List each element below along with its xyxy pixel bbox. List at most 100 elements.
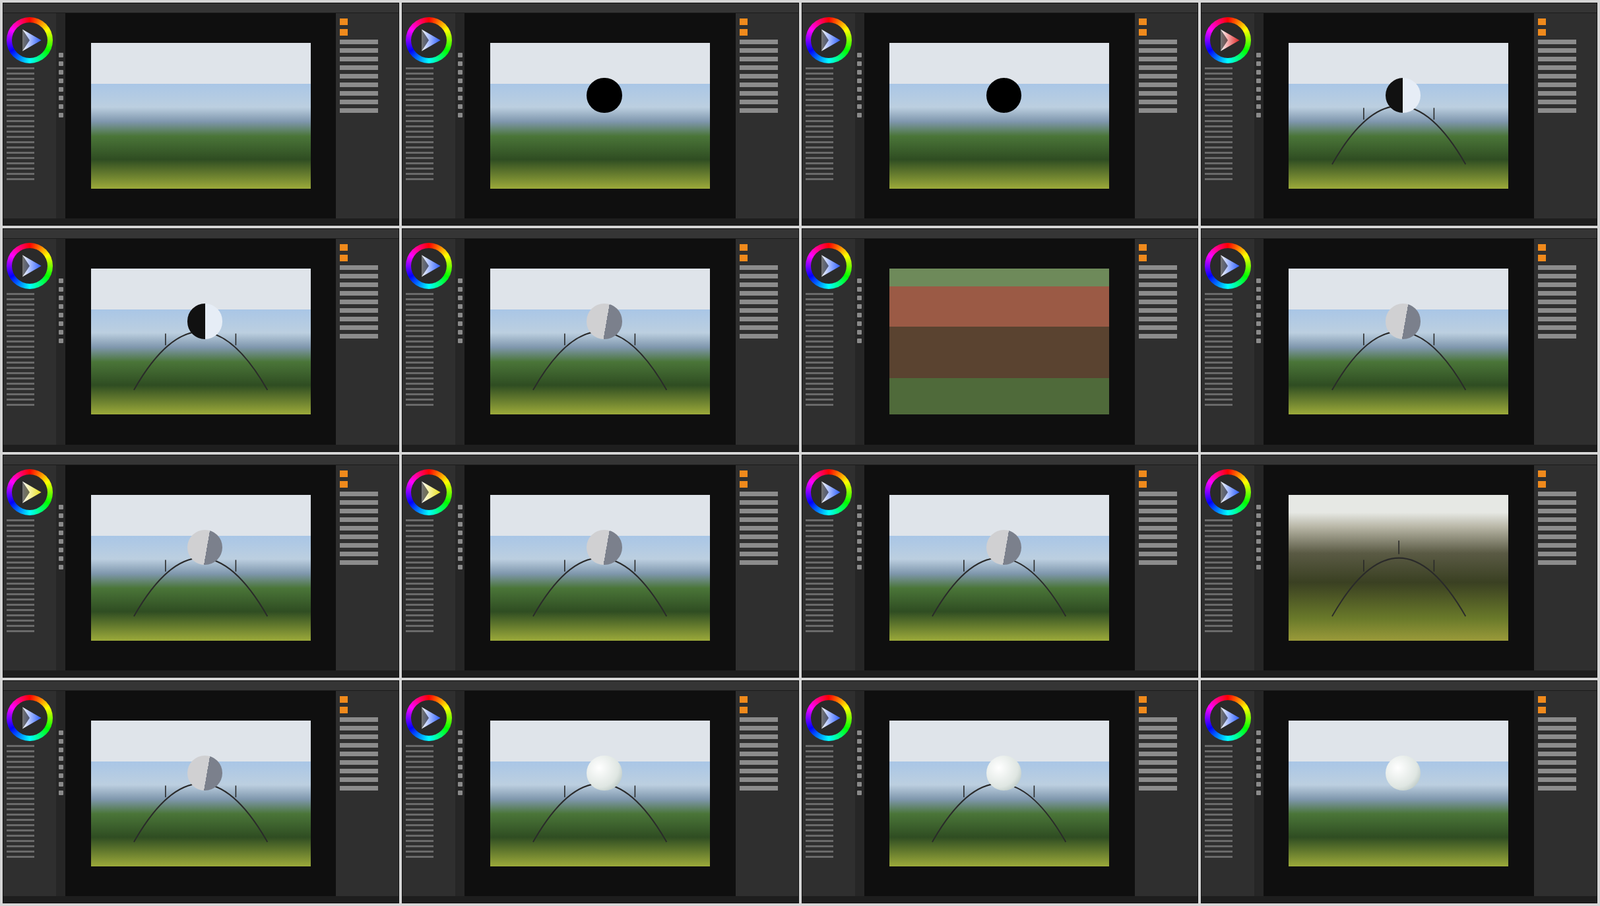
layer-row[interactable] <box>805 393 834 396</box>
color-swatch[interactable] <box>1537 480 1546 488</box>
panel-row[interactable] <box>739 39 778 45</box>
panel-row[interactable] <box>739 534 778 540</box>
layer-row[interactable] <box>1204 787 1233 790</box>
layer-row[interactable] <box>405 109 434 112</box>
tool-icon[interactable] <box>857 513 862 518</box>
layer-row[interactable] <box>405 839 434 842</box>
tool-icon[interactable] <box>457 513 463 518</box>
layer-row[interactable] <box>805 98 834 101</box>
tool-icon[interactable] <box>1256 773 1261 778</box>
layer-row[interactable] <box>405 624 434 627</box>
layer-row[interactable] <box>805 104 834 107</box>
layer-row[interactable] <box>1204 382 1233 385</box>
layer-row[interactable] <box>405 114 434 117</box>
tool-icon[interactable] <box>1256 321 1261 326</box>
tool-icon[interactable] <box>58 539 64 544</box>
tool-icon[interactable] <box>857 321 862 326</box>
color-swatch[interactable] <box>739 470 748 478</box>
tool-icon[interactable] <box>457 112 463 118</box>
layer-row[interactable] <box>405 67 434 70</box>
layer-row[interactable] <box>405 529 434 532</box>
tool-icon[interactable] <box>1256 312 1261 318</box>
tool-icon[interactable] <box>457 764 463 770</box>
tool-icon[interactable] <box>58 295 64 301</box>
layer-row[interactable] <box>805 755 834 758</box>
color-swatch[interactable] <box>339 470 348 478</box>
layer-row[interactable] <box>805 577 834 580</box>
panel-row[interactable] <box>339 560 379 565</box>
layer-row[interactable] <box>6 556 35 559</box>
layer-row[interactable] <box>405 403 434 406</box>
video-frame[interactable] <box>1200 680 1598 904</box>
tool-icon[interactable] <box>857 773 862 778</box>
panel-row[interactable] <box>1138 73 1178 79</box>
layer-row[interactable] <box>805 351 834 353</box>
panel-row[interactable] <box>1138 725 1178 731</box>
layer-row[interactable] <box>405 593 434 596</box>
layer-row[interactable] <box>805 587 834 590</box>
layer-row[interactable] <box>805 314 834 317</box>
panel-row[interactable] <box>739 265 778 270</box>
layer-row[interactable] <box>6 855 35 858</box>
layer-row[interactable] <box>1204 303 1233 306</box>
panel-row[interactable] <box>739 742 778 748</box>
layer-row[interactable] <box>405 361 434 364</box>
layer-row[interactable] <box>1204 151 1233 154</box>
color-swatch[interactable] <box>339 480 348 488</box>
tool-icon[interactable] <box>1256 78 1261 84</box>
layer-row[interactable] <box>6 802 35 805</box>
layer-row[interactable] <box>6 298 35 301</box>
panel-row[interactable] <box>339 717 379 722</box>
panel-row[interactable] <box>1138 717 1178 722</box>
panel-row[interactable] <box>1138 742 1178 748</box>
tool-icon[interactable] <box>1256 87 1261 92</box>
tool-icon[interactable] <box>58 61 64 66</box>
color-triangle-icon[interactable] <box>1213 251 1243 281</box>
layer-row[interactable] <box>805 813 834 816</box>
layer-row[interactable] <box>6 781 35 784</box>
layer-row[interactable] <box>805 808 834 811</box>
layer-row[interactable] <box>405 146 434 149</box>
panel-row[interactable] <box>739 290 778 296</box>
layer-row[interactable] <box>6 114 35 117</box>
tool-icon[interactable] <box>1256 112 1261 118</box>
layer-row[interactable] <box>6 314 35 317</box>
tool-icon[interactable] <box>457 52 463 58</box>
layer-row[interactable] <box>805 818 834 821</box>
layer-row[interactable] <box>1204 776 1233 779</box>
layer-row[interactable] <box>6 141 35 144</box>
layer-row[interactable] <box>805 366 834 369</box>
panel-row[interactable] <box>1138 768 1178 774</box>
panel-row[interactable] <box>1537 299 1577 305</box>
layer-row[interactable] <box>805 619 834 622</box>
layer-row[interactable] <box>1204 77 1233 80</box>
panel-row[interactable] <box>739 299 778 305</box>
layer-row[interactable] <box>405 608 434 611</box>
layer-row[interactable] <box>6 829 35 832</box>
layer-row[interactable] <box>405 755 434 758</box>
layer-row[interactable] <box>6 72 35 75</box>
tool-icon[interactable] <box>58 773 64 778</box>
tool-icon[interactable] <box>857 738 862 744</box>
color-swatch[interactable] <box>1537 254 1546 262</box>
panel-row[interactable] <box>1138 39 1178 45</box>
panel-row[interactable] <box>739 333 778 339</box>
layer-row[interactable] <box>405 818 434 821</box>
panel-row[interactable] <box>1537 48 1577 53</box>
layer-row[interactable] <box>1204 744 1233 747</box>
layer-row[interactable] <box>805 524 834 527</box>
panel-row[interactable] <box>739 525 778 531</box>
layer-row[interactable] <box>805 598 834 601</box>
layer-row[interactable] <box>1204 818 1233 821</box>
layer-row[interactable] <box>405 98 434 101</box>
layer-row[interactable] <box>1204 792 1233 795</box>
panel-row[interactable] <box>1138 785 1178 791</box>
layer-row[interactable] <box>1204 345 1233 348</box>
video-frame[interactable] <box>401 228 799 452</box>
video-frame[interactable] <box>2 228 400 452</box>
tool-icon[interactable] <box>1256 287 1261 292</box>
layer-row[interactable] <box>6 776 35 779</box>
layer-row[interactable] <box>405 172 434 175</box>
panel-row[interactable] <box>1138 777 1178 782</box>
panel-row[interactable] <box>739 734 778 739</box>
